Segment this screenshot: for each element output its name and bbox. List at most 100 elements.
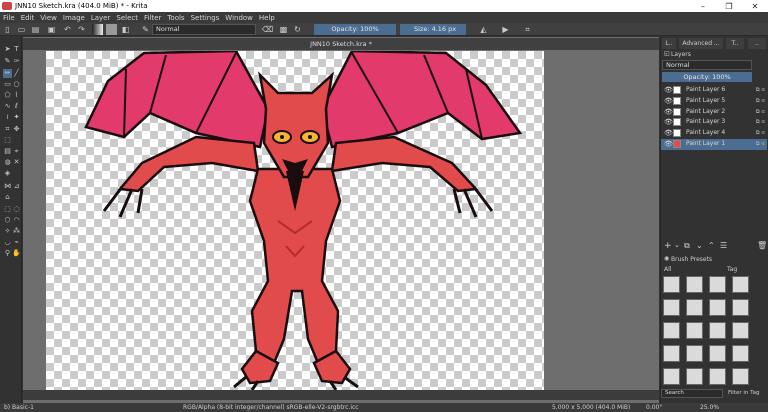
text-tool-icon[interactable]: T — [12, 45, 21, 54]
gradient-tool-icon[interactable]: ▤ — [3, 147, 12, 156]
brush-preset-tile[interactable] — [732, 368, 749, 385]
tab-tool-options[interactable]: T.. — [726, 38, 744, 49]
layer-properties-icon[interactable]: ☰ — [720, 241, 727, 250]
menu-filter[interactable]: Filter — [144, 14, 161, 22]
brush-preset-tile[interactable] — [732, 322, 749, 339]
brush-preset-tile[interactable] — [686, 299, 703, 316]
measure-tool-icon[interactable]: ⊿ — [12, 182, 21, 191]
rect-select-icon[interactable]: ⬚ — [3, 205, 12, 214]
polygon-select-icon[interactable]: ⬡ — [3, 216, 12, 225]
size-slider[interactable]: Size: 4.16 px — [400, 24, 466, 35]
layer-flags-icon[interactable]: ⧉ α — [756, 117, 765, 128]
layer-row-selected[interactable]: 👁 Paint Layer 1 ⧉ α — [661, 139, 767, 150]
status-zoom[interactable]: 25.0% — [700, 403, 719, 412]
maximize-button[interactable]: ❐ — [716, 0, 742, 12]
eraser-icon[interactable]: ⌫ — [262, 24, 273, 35]
status-brush[interactable]: b) Basic-1 — [4, 403, 34, 412]
visibility-eye-icon[interactable]: 👁 — [664, 108, 673, 117]
bezier-tool-icon[interactable]: ∿ — [3, 102, 12, 111]
freehand-brush-icon[interactable]: ✏ — [3, 69, 12, 78]
menu-tools[interactable]: Tools — [167, 14, 184, 22]
brush-preset-tile[interactable] — [663, 276, 680, 293]
freehand-path-icon[interactable]: ℓ — [12, 102, 21, 111]
color-swap-icon[interactable]: ◧ — [120, 24, 131, 35]
brush-preset-tile[interactable] — [663, 299, 680, 316]
duplicate-layer-icon[interactable]: ⧉ — [684, 241, 690, 251]
move-down-icon[interactable]: ⌄ — [696, 241, 703, 250]
similar-select-icon[interactable]: ⁂ — [12, 227, 21, 236]
brush-preset-tile[interactable] — [663, 368, 680, 385]
pan-tool-icon[interactable]: ✋ — [12, 249, 21, 258]
bezier-select-icon[interactable]: ◡ — [3, 238, 12, 247]
fill-bucket-icon[interactable]: ◈ — [3, 169, 12, 178]
layer-row[interactable]: 👁 Paint Layer 6 ⧉ α — [661, 85, 767, 96]
line-tool-icon[interactable]: ╱ — [12, 69, 21, 78]
mirror-horizontal-icon[interactable]: ◭ — [478, 24, 489, 35]
menu-help[interactable]: Help — [259, 14, 275, 22]
brush-preset-tile[interactable] — [686, 345, 703, 362]
tab-advanced-color[interactable]: Advanced ... — [679, 38, 723, 49]
open-folder-icon[interactable]: ▤ — [30, 24, 41, 35]
brush-preset-tile[interactable] — [709, 345, 726, 362]
menu-file[interactable]: File — [3, 14, 15, 22]
tab-layers[interactable]: L.. — [662, 38, 676, 49]
brush-preset-tile[interactable] — [709, 322, 726, 339]
add-layer-icon[interactable]: + — [664, 241, 672, 251]
multibrush-icon[interactable]: ✦ — [12, 113, 21, 122]
reference-tool-icon[interactable]: ⌂ — [3, 193, 12, 202]
move-tool-icon[interactable]: ✥ — [12, 125, 21, 134]
magnetic-select-icon[interactable]: ⌁ — [12, 238, 21, 247]
visibility-eye-icon[interactable]: 👁 — [664, 140, 673, 149]
polyline-tool-icon[interactable]: ⌇ — [12, 91, 21, 100]
color-picker-icon[interactable]: ⌖ — [12, 147, 21, 156]
layer-row[interactable]: 👁 Paint Layer 5 ⧉ α — [661, 96, 767, 107]
visibility-eye-icon[interactable]: 👁 — [664, 86, 673, 95]
layer-row[interactable]: 👁 Paint Layer 3 ⧉ α — [661, 117, 767, 128]
brush-preset-tile[interactable] — [686, 368, 703, 385]
move-up-icon[interactable]: ⌃ — [708, 241, 715, 250]
horizontal-scrollbar[interactable] — [23, 390, 659, 400]
assistant-tool-icon[interactable]: ⋈ — [3, 182, 12, 191]
brush-preset-tile[interactable] — [686, 276, 703, 293]
filter-in-tag-checkbox[interactable]: Filter in Tag — [728, 390, 759, 396]
calligraphy-icon[interactable]: ✑ — [12, 57, 21, 66]
menu-window[interactable]: Window — [225, 14, 253, 22]
brush-preset-tile[interactable] — [732, 276, 749, 293]
layer-blend-mode-select[interactable]: Normal — [662, 60, 752, 70]
menu-image[interactable]: Image — [63, 14, 85, 22]
brush-preset-tile[interactable] — [732, 345, 749, 362]
layer-row[interactable]: 👁 Paint Layer 2 ⧉ α — [661, 107, 767, 118]
brush-tag-select[interactable]: Tag — [727, 266, 737, 273]
mirror-vertical-icon[interactable]: ▶ — [500, 24, 511, 35]
edit-shapes-icon[interactable]: ✎ — [3, 57, 12, 66]
layer-row[interactable]: 👁 Paint Layer 4 ⧉ α — [661, 128, 767, 139]
layer-opacity-slider[interactable]: Opacity: 100% — [662, 72, 752, 82]
smart-patch-icon[interactable]: ✕ — [12, 158, 21, 167]
redo-icon[interactable]: ↷ — [76, 24, 87, 35]
rectangle-tool-icon[interactable]: ▭ — [3, 80, 12, 89]
delete-layer-icon[interactable]: 🗑 — [757, 241, 767, 250]
opacity-slider[interactable]: Opacity: 100% — [314, 24, 396, 35]
contiguous-select-icon[interactable]: ✧ — [3, 227, 12, 236]
zoom-tool-icon[interactable]: ⚲ — [3, 249, 12, 258]
undo-icon[interactable]: ↶ — [62, 24, 73, 35]
status-rotation[interactable]: 0.00° — [646, 403, 662, 412]
colorize-mask-icon[interactable]: ◍ — [3, 158, 12, 167]
brush-preset-tile[interactable] — [663, 345, 680, 362]
dropdown-icon[interactable]: ⌄ — [674, 241, 680, 249]
ellipse-tool-icon[interactable]: ○ — [12, 80, 21, 89]
layer-flags-icon[interactable]: ⧉ α — [756, 85, 765, 96]
minimize-button[interactable]: – — [690, 0, 716, 12]
pattern-swatch-icon[interactable] — [106, 24, 117, 35]
layer-flags-icon[interactable]: ⧉ α — [756, 107, 765, 118]
crop-wrap-icon[interactable]: ⌗ — [522, 24, 533, 35]
blend-mode-select[interactable]: Normal — [152, 24, 256, 35]
alpha-lock-icon[interactable]: ▩ — [278, 24, 289, 35]
new-file-icon[interactable]: ▭ — [16, 24, 27, 35]
visibility-eye-icon[interactable]: 👁 — [664, 118, 673, 127]
brush-preset-tile[interactable] — [663, 322, 680, 339]
new-document-icon[interactable]: ▯ — [2, 24, 13, 35]
menu-edit[interactable]: Edit — [21, 14, 35, 22]
menu-select[interactable]: Select — [116, 14, 138, 22]
reload-icon[interactable]: ↻ — [292, 24, 303, 35]
